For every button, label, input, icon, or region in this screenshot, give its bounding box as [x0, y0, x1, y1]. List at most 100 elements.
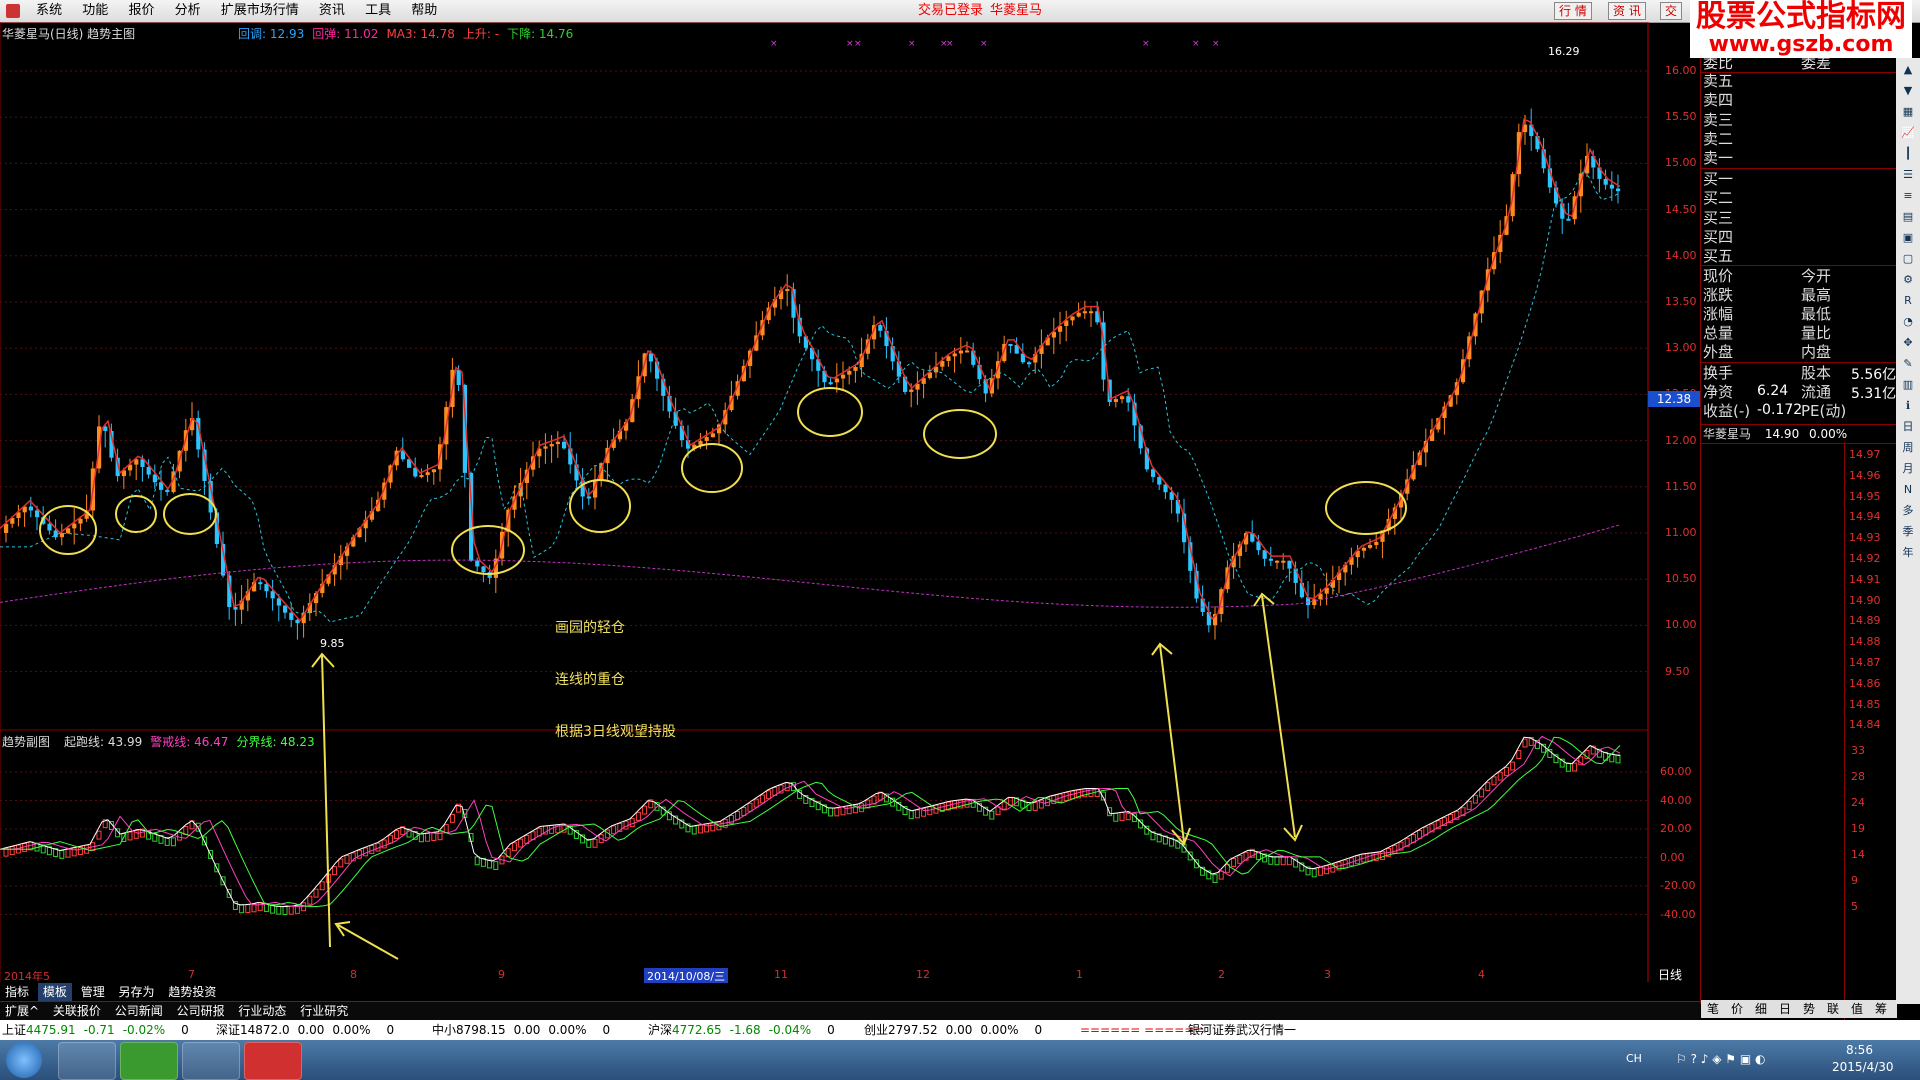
- period-button[interactable]: 周: [1899, 439, 1917, 457]
- info-button[interactable]: 资 讯: [1608, 2, 1646, 20]
- period-label: 日线: [1658, 968, 1683, 982]
- panel-tab[interactable]: 细: [1749, 1000, 1773, 1018]
- tick-vol-label: 14: [1851, 848, 1865, 861]
- panel-tab[interactable]: 势: [1797, 1000, 1821, 1018]
- rsi-icon[interactable]: R: [1899, 292, 1917, 310]
- tab-template[interactable]: 模板: [37, 983, 72, 1001]
- app-logo-icon: [6, 3, 20, 18]
- stack-icon[interactable]: ▥: [1899, 376, 1917, 394]
- panel-tab[interactable]: 值: [1845, 1000, 1869, 1018]
- quote-button[interactable]: 行 情: [1554, 2, 1592, 20]
- index-name: 中小: [432, 1023, 457, 1037]
- chart-area[interactable]: × × × × ×× × × × ×: [0, 22, 1700, 982]
- sub-bar: [282, 906, 288, 915]
- index-quote[interactable]: 上证4475.91 -0.71 -0.02% 0: [2, 1020, 189, 1040]
- menu-analysis[interactable]: 分析: [167, 0, 209, 22]
- tab-indicator[interactable]: 指标: [0, 983, 34, 1001]
- candle-body: [1275, 560, 1280, 563]
- sub-bar: [1286, 856, 1292, 866]
- input-language[interactable]: CH: [1626, 1052, 1642, 1065]
- tab-company-research[interactable]: 公司研报: [172, 1002, 230, 1020]
- sub-bar: [1565, 762, 1571, 772]
- grid-icon[interactable]: ▦: [1899, 103, 1917, 121]
- trade-button[interactable]: 交: [1660, 2, 1683, 20]
- up-arrow-icon[interactable]: ▲: [1899, 61, 1917, 79]
- candle-body: [431, 469, 436, 473]
- panel-tab[interactable]: 筹: [1869, 1000, 1893, 1018]
- sub-bar: [307, 895, 313, 905]
- menu-quote[interactable]: 报价: [120, 0, 162, 22]
- candle-body: [555, 441, 560, 445]
- arrow-head: [334, 921, 351, 937]
- browser-task-icon[interactable]: [120, 1042, 178, 1080]
- tab-industry-research[interactable]: 行业研究: [295, 1002, 353, 1020]
- annotation-arrow: [321, 654, 331, 948]
- panel-tab[interactable]: 联: [1821, 1000, 1845, 1018]
- move-icon[interactable]: ✥: [1899, 334, 1917, 352]
- index-quote[interactable]: 深证14872.0 0.00 0.00% 0: [216, 1020, 394, 1040]
- gear-icon[interactable]: ⚙: [1899, 271, 1917, 289]
- info-icon[interactable]: ℹ: [1899, 397, 1917, 415]
- index-quote[interactable]: 创业2797.52 0.00 0.00% 0: [864, 1020, 1042, 1040]
- menu-tools[interactable]: 工具: [357, 0, 399, 22]
- window-icon[interactable]: ▣: [1899, 229, 1917, 247]
- y-tick-label: 10.50: [1665, 572, 1697, 586]
- start-button-icon[interactable]: [6, 1042, 42, 1078]
- tab-manage[interactable]: 管理: [76, 983, 110, 1001]
- index-name: 创业: [864, 1023, 889, 1037]
- tick-header: 华菱星马 14.90 0.00%: [1701, 424, 1897, 444]
- highlight-circle: [569, 479, 631, 533]
- sub-bar: [170, 837, 176, 847]
- explorer-task-icon[interactable]: [58, 1042, 116, 1080]
- tab-expand[interactable]: 扩展^: [0, 1002, 44, 1020]
- candle-body: [233, 607, 238, 610]
- index-quote[interactable]: 沪深4772.65 -1.68 -0.04% 0: [648, 1020, 835, 1040]
- candle-body: [1566, 218, 1571, 221]
- table-icon[interactable]: ☰: [1899, 166, 1917, 184]
- period-button[interactable]: 多: [1899, 502, 1917, 520]
- quote-divider: [1701, 362, 1897, 363]
- pullback-line: [0, 168, 1621, 623]
- y-tick-label: 13.00: [1665, 341, 1697, 355]
- candle-body: [834, 378, 839, 383]
- panel-tab[interactable]: 笔: [1701, 1000, 1725, 1018]
- menu-function[interactable]: 功能: [74, 0, 116, 22]
- period-button[interactable]: 日: [1899, 418, 1917, 436]
- period-button[interactable]: 年: [1899, 544, 1917, 562]
- doc-icon[interactable]: ▢: [1899, 250, 1917, 268]
- panel-tab[interactable]: 价: [1725, 1000, 1749, 1018]
- candle-body: [1287, 560, 1292, 569]
- sub-bar: [1317, 866, 1323, 876]
- line-chart-icon[interactable]: 📈: [1899, 124, 1917, 142]
- sub-bar: [1516, 750, 1522, 760]
- tab-save-as[interactable]: 另存为: [114, 983, 160, 1001]
- panel-tab[interactable]: 日: [1773, 1000, 1797, 1018]
- security-task-icon[interactable]: [182, 1042, 240, 1080]
- y-tick-label: 12.00: [1665, 433, 1697, 447]
- menu-ext-market[interactable]: 扩展市场行情: [213, 0, 307, 22]
- period-button[interactable]: N: [1899, 481, 1917, 499]
- period-button[interactable]: 季: [1899, 523, 1917, 541]
- tab-company-news[interactable]: 公司新闻: [110, 1002, 168, 1020]
- tab-industry-news[interactable]: 行业动态: [233, 1002, 291, 1020]
- candle-icon[interactable]: ┃: [1899, 145, 1917, 163]
- candle-body: [1008, 343, 1013, 346]
- period-button[interactable]: 月: [1899, 460, 1917, 478]
- index-quote[interactable]: 中小8798.15 0.00 0.00% 0: [432, 1020, 610, 1040]
- menu-info[interactable]: 资讯: [311, 0, 353, 22]
- news-ticker[interactable]: 银河证券武汉行情一: [1188, 1020, 1296, 1040]
- tray-icons[interactable]: ⚐ ? ♪ ◈ ⚑ ▣ ◐: [1676, 1052, 1765, 1066]
- trading-app-task-icon[interactable]: [244, 1042, 302, 1080]
- tab-trend-invest[interactable]: 趋势投资: [163, 983, 221, 1001]
- annotation-arrow: [337, 924, 399, 960]
- list-icon[interactable]: ≡: [1899, 187, 1917, 205]
- down-arrow-icon[interactable]: ▼: [1899, 82, 1917, 100]
- menu-help[interactable]: 帮助: [403, 0, 445, 22]
- menu-system[interactable]: 系统: [28, 0, 70, 22]
- index-value: 2797.52: [888, 1023, 938, 1037]
- tick-vol-label: 24: [1851, 796, 1865, 809]
- book-icon[interactable]: ▤: [1899, 208, 1917, 226]
- pencil-icon[interactable]: ✎: [1899, 355, 1917, 373]
- tab-related-quote[interactable]: 关联报价: [48, 1002, 106, 1020]
- pie-icon[interactable]: ◔: [1899, 313, 1917, 331]
